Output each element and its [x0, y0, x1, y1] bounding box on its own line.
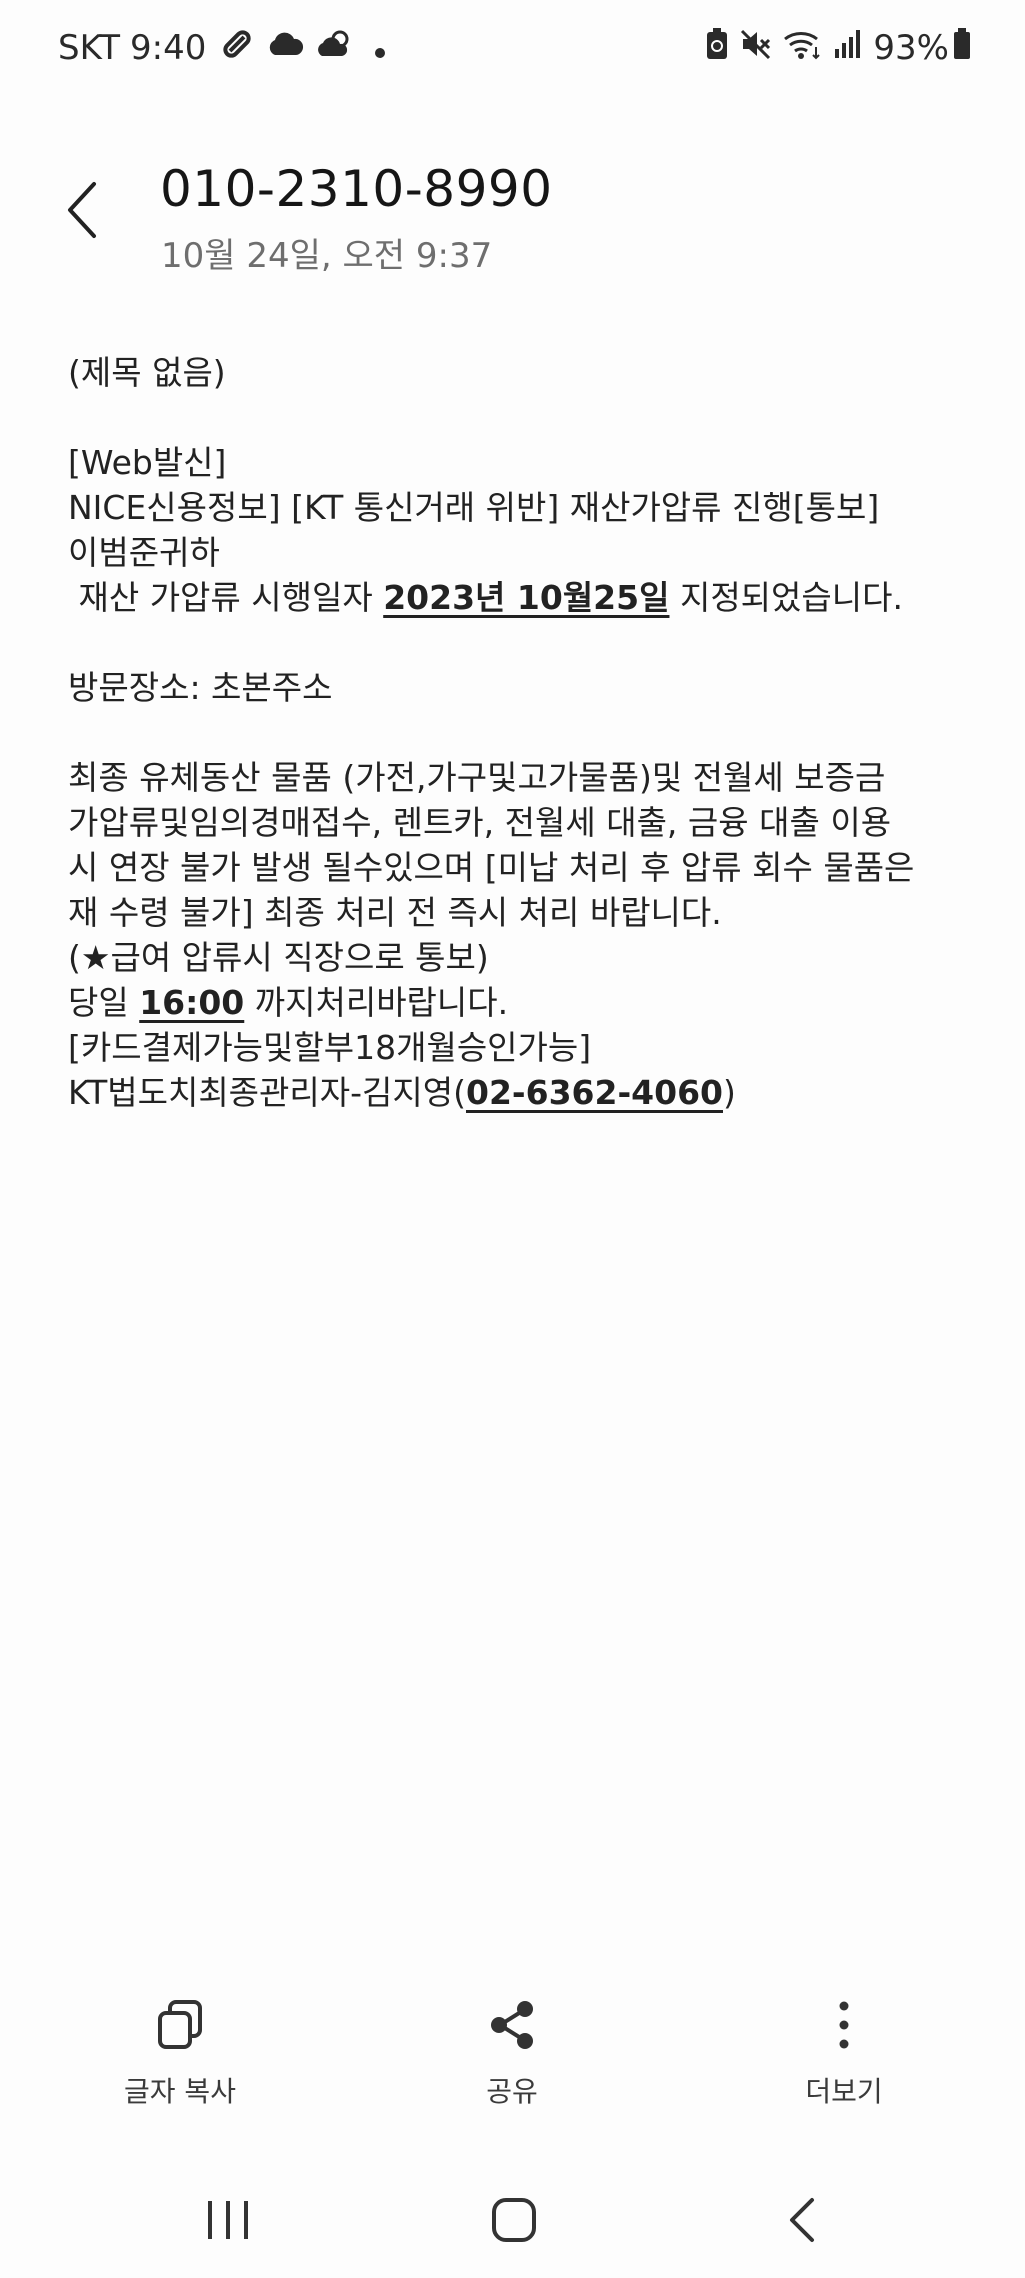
signal-icon — [833, 27, 863, 70]
deadline-time-link[interactable]: 16:00 — [139, 983, 244, 1022]
carrier-label: SKT — [58, 28, 121, 68]
message-line: (★급여 압류시 직장으로 통보) — [68, 938, 489, 977]
wifi-icon — [783, 27, 823, 70]
navigation-bar — [0, 2160, 1025, 2278]
status-time: 9:40 — [130, 28, 207, 68]
battery-icon — [953, 27, 971, 69]
share-button[interactable]: 공유 — [402, 1990, 622, 2120]
message-body: (제목 없음) [Web발신] NICE신용정보] [KT 통신거래 위반] 재… — [68, 350, 968, 1115]
date-link[interactable]: 2023년 10월25일 — [383, 578, 669, 617]
status-right: 93% — [705, 26, 971, 70]
deadline-suffix: 까지처리바랍니다. — [244, 983, 509, 1022]
message-line: 최종 유체동산 물품 (가전,가구및고가물품)및 전월세 보증금 — [68, 758, 886, 797]
message-line: NICE신용정보] [KT 통신거래 위반] 재산가압류 진행[통보] — [68, 488, 880, 527]
more-label: 더보기 — [805, 2075, 883, 2108]
copy-text-label: 글자 복사 — [124, 2075, 236, 2108]
chevron-left-icon — [68, 182, 96, 238]
copy-text-button[interactable]: 글자 복사 — [70, 1990, 290, 2120]
action-bar: 글자 복사 공유 더보기 — [0, 1990, 1025, 2130]
share-label: 공유 — [486, 2075, 538, 2108]
share-icon-wrap — [487, 1990, 537, 2060]
message-line: 시 연장 불가 발생 될수있으며 [미납 처리 후 압류 회수 물품은 — [68, 848, 915, 887]
date-prefix: 재산 가압류 시행일자 — [68, 578, 384, 617]
more-button[interactable]: 더보기 — [734, 1990, 954, 2120]
more-icon-wrap — [837, 1990, 851, 2060]
status-left: SKT 9:40 — [58, 26, 398, 70]
more-vertical-icon — [839, 2001, 849, 2049]
system-back-icon — [790, 2198, 814, 2242]
contact-suffix: ) — [723, 1073, 736, 1112]
recent-apps-icon — [208, 2201, 248, 2239]
back-button[interactable] — [52, 170, 112, 250]
message-line: [Web발신] — [68, 443, 227, 482]
cloud-icon — [266, 28, 304, 68]
message-timestamp: 10월 24일, 오전 9:37 — [161, 236, 493, 276]
home-icon — [492, 2198, 536, 2242]
date-suffix: 지정되었습니다. — [669, 578, 903, 617]
sender-number: 010-2310-8990 — [160, 160, 553, 218]
mute-icon — [739, 27, 773, 70]
message-line-contact: KT법도치최종관리자-김지영(02-6362-4060) — [68, 1070, 968, 1115]
recent-apps-button[interactable] — [168, 2180, 288, 2260]
phone-number-link[interactable]: 02-6362-4060 — [466, 1073, 723, 1112]
system-back-button[interactable] — [742, 2180, 862, 2260]
message-line: 방문장소: 초본주소 — [68, 668, 333, 707]
share-icon — [491, 2001, 533, 2049]
message-line: 이범준귀하 — [68, 533, 220, 572]
link-icon — [220, 27, 254, 70]
battery-percent: 93% — [873, 28, 949, 68]
message-line-deadline: 당일 16:00 까지처리바랍니다. — [68, 980, 968, 1025]
dot-icon — [374, 28, 386, 68]
message-line: 재 수령 불가] 최종 처리 전 즉시 처리 바랍니다. — [68, 893, 722, 932]
message-line-date: 재산 가압류 시행일자 2023년 10월25일 지정되었습니다. — [68, 575, 968, 620]
home-button[interactable] — [454, 2180, 574, 2260]
message-line: 가압류및임의경매접수, 렌트카, 전월세 대출, 금융 대출 이용 — [68, 803, 892, 842]
deadline-prefix: 당일 — [68, 983, 140, 1022]
copy-icon-wrap — [156, 1990, 204, 2060]
contact-prefix: KT법도치최종관리자-김지영( — [68, 1073, 466, 1112]
message-subject: (제목 없음) — [68, 353, 226, 392]
battery-saver-icon — [705, 27, 729, 70]
status-bar: SKT 9:40 93% — [0, 0, 1025, 96]
cloud-sun-icon — [316, 28, 354, 68]
copy-icon — [158, 2000, 202, 2049]
message-line: [카드결제가능및할부18개월승인가능] — [68, 1028, 592, 1067]
